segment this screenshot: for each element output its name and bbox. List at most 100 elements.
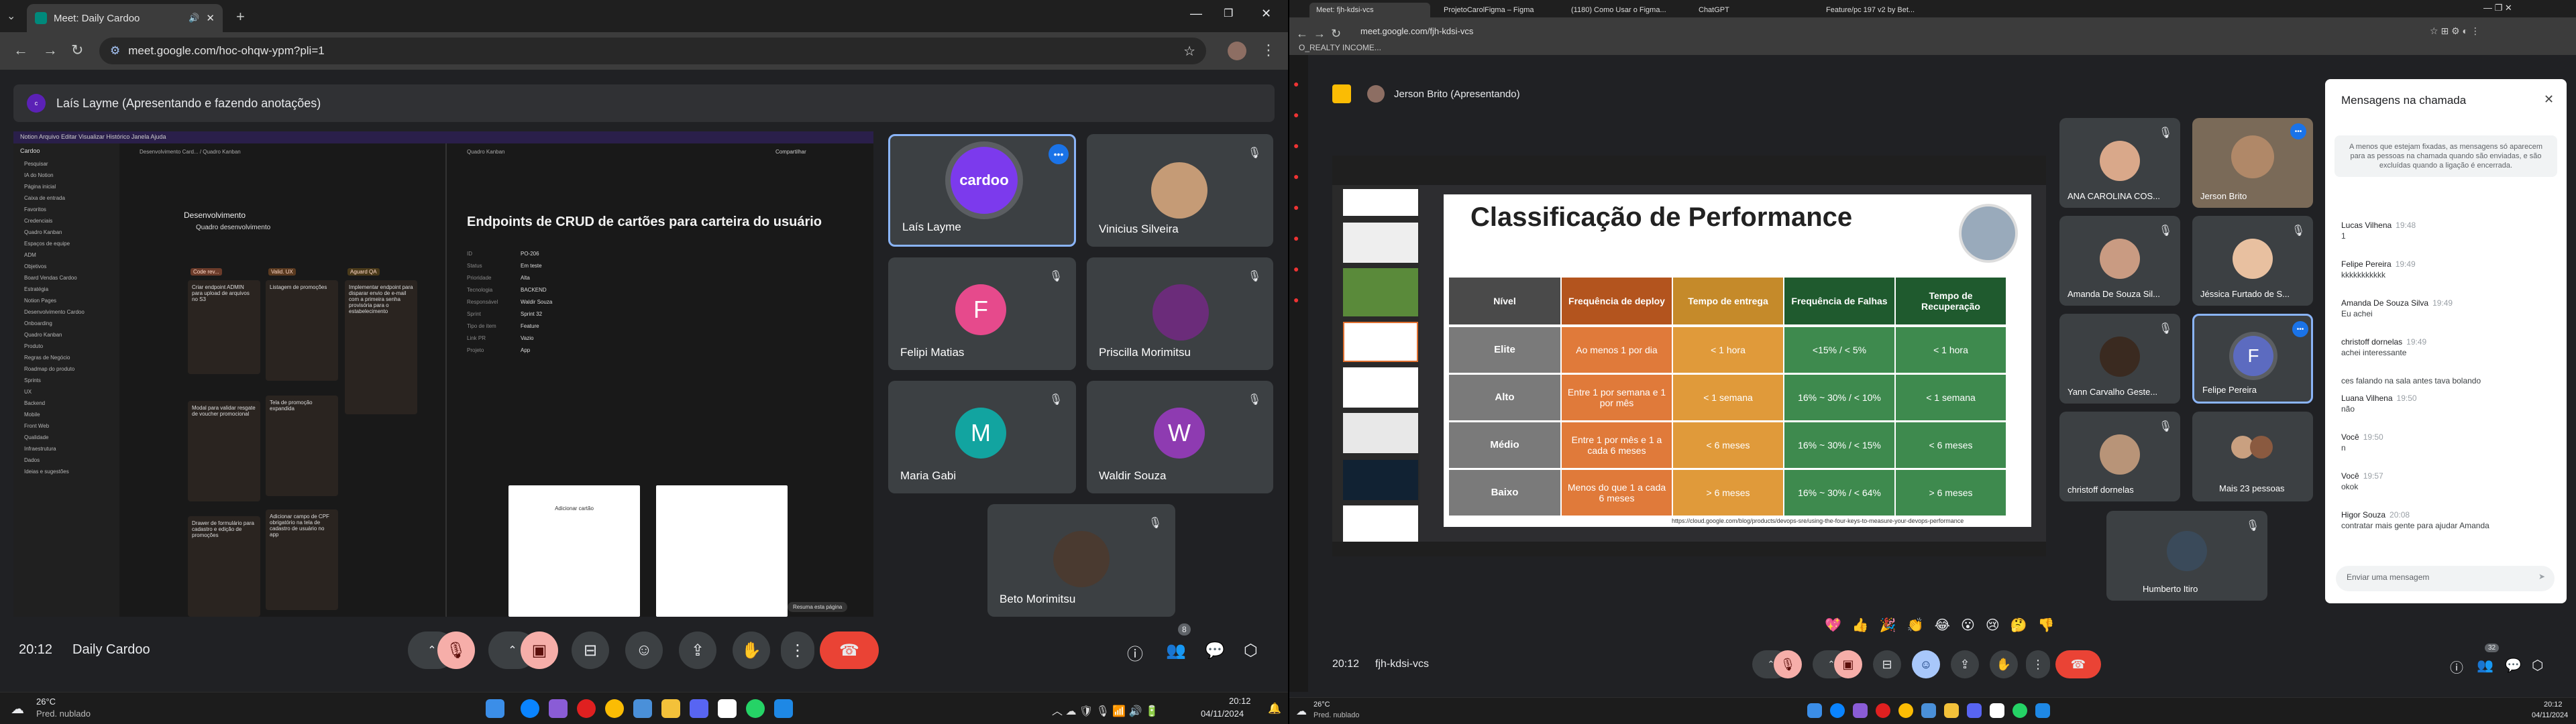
participant-tile[interactable]: F 🎙 Felipi Matias (888, 257, 1076, 370)
chat-icon[interactable]: 💬 (1205, 641, 1225, 660)
camera-toggle-button[interactable]: ▣ (521, 631, 558, 669)
sidebar-item[interactable]: Caixa de entrada (20, 192, 113, 204)
participant-tile[interactable]: ••• Jerson Brito (2192, 118, 2313, 208)
sidebar-item[interactable]: Favoritos (20, 204, 113, 215)
resume-button[interactable]: Resuma esta página (788, 602, 848, 612)
kanban-card[interactable]: Listagem de promoções (266, 280, 338, 381)
tab-list-icon[interactable]: ⌄ (7, 9, 15, 23)
discord-icon[interactable] (1967, 703, 1982, 718)
sidebar-item[interactable]: IA do Notion (20, 170, 113, 181)
new-tab-button[interactable]: + (236, 8, 245, 25)
more-options-button[interactable]: ⋮ (2026, 650, 2050, 678)
browser-tab[interactable]: (1180) Como Usar o Figma... (1564, 3, 1685, 17)
sidebar-item[interactable]: Infraestrutura (20, 443, 113, 455)
slide-thumbnail[interactable] (1343, 189, 1418, 216)
start-icon[interactable] (1807, 703, 1822, 718)
present-button[interactable]: ⇪ (1951, 650, 1979, 678)
forward-icon[interactable]: → (43, 42, 58, 59)
sidebar-item[interactable]: Desenvolvimento Cardoo (20, 306, 113, 318)
sidebar-item[interactable]: ADM (20, 249, 113, 261)
sidebar-item[interactable]: Pesquisar (20, 158, 113, 170)
mic-toggle-button[interactable]: 🎙 (1774, 650, 1802, 678)
property-value[interactable]: Sprint 32 (521, 308, 542, 320)
sidebar-item[interactable]: Onboarding (20, 318, 113, 329)
sidebar-item[interactable]: Dados (20, 455, 113, 466)
property-value[interactable]: Feature (521, 320, 539, 333)
sidebar-item[interactable]: Roadmap do produto (20, 363, 113, 375)
kanban-card[interactable]: Drawer de formulário para cadastro e edi… (188, 516, 260, 617)
sidebar-item[interactable]: Qualidade (20, 432, 113, 443)
sidebar-item[interactable]: Objetivos (20, 261, 113, 272)
captions-button[interactable]: ⊟ (1873, 650, 1901, 678)
sidebar-item[interactable]: Mobile (20, 409, 113, 420)
chat-input[interactable]: Enviar uma mensagem ➤ (2336, 566, 2555, 591)
minimize-button[interactable]: — (1190, 7, 1202, 21)
slide-thumbnail[interactable] (1343, 268, 1418, 316)
file-explorer-icon[interactable] (661, 699, 680, 718)
sidebar-item[interactable]: Credenciais (20, 215, 113, 227)
profile-avatar[interactable] (1228, 42, 1246, 60)
slide-thumbnail[interactable] (1343, 322, 1418, 362)
send-icon[interactable]: ➤ (2538, 572, 2545, 581)
chrome-icon[interactable] (605, 699, 624, 718)
notion-icon[interactable] (1990, 703, 2004, 718)
site-info-icon[interactable]: ⚙ (110, 44, 120, 58)
browser-tab[interactable]: Feature/pc 197 v2 by Bet... (1819, 3, 1940, 17)
browser-tab[interactable]: ProjetoCarolFigma – Figma (1437, 3, 1558, 17)
participant-tile[interactable]: 🎙 Beto Morimitsu (987, 504, 1175, 617)
raise-hand-button[interactable]: ✋ (733, 631, 770, 669)
reaction-emoji[interactable]: 😂 (1935, 617, 1950, 634)
leave-call-button[interactable]: ☎ (2055, 650, 2101, 678)
chrome-icon[interactable] (1898, 703, 1913, 718)
taskbar-app-icon[interactable] (2035, 703, 2050, 718)
people-icon[interactable]: 👥 (2477, 657, 2493, 674)
sidebar-item[interactable]: Regras de Negócio (20, 352, 113, 363)
sidebar-item[interactable]: Front Web (20, 420, 113, 432)
meeting-info-icon[interactable]: ⓘ (2450, 657, 2463, 676)
slide-thumbnail[interactable] (1343, 505, 1418, 546)
participant-tile[interactable]: cardoo ••• Laís Layme (888, 134, 1076, 247)
reload-icon[interactable]: ↻ (71, 42, 83, 59)
reaction-emoji[interactable]: 😢 (1986, 617, 2000, 634)
discord-icon[interactable] (690, 699, 708, 718)
property-value[interactable]: App (521, 345, 530, 357)
participant-tile[interactable]: 🎙 Amanda De Souza Sil... (2059, 216, 2180, 306)
reload-icon[interactable]: ↻ (1331, 27, 1341, 41)
participant-tile[interactable]: 🎙 Vinicius Silveira (1087, 134, 1273, 247)
kanban-card[interactable]: Criar endpoint ADMIN para upload de arqu… (188, 280, 260, 374)
taskbar-app-icon[interactable] (633, 699, 652, 718)
slide-thumbnail[interactable] (1343, 413, 1418, 453)
kanban-card[interactable]: Modal para validar resgate de voucher pr… (188, 401, 260, 501)
reaction-emoji[interactable]: 😮 (1961, 617, 1975, 634)
back-icon[interactable]: ← (13, 42, 28, 59)
taskbar-app-icon[interactable] (1853, 703, 1868, 718)
notion-icon[interactable] (718, 699, 737, 718)
sidebar-item[interactable]: Notion Pages (20, 295, 113, 306)
sidebar-item[interactable]: Página inicial (20, 181, 113, 192)
property-value[interactable]: Em teste (521, 260, 542, 272)
sidebar-item[interactable]: Estratégia (20, 284, 113, 295)
present-button[interactable]: ⇪ (679, 631, 716, 669)
tab-meet[interactable]: Meet: Daily Cardoo 🔊 ✕ (27, 4, 223, 32)
property-value[interactable]: PO-206 (521, 248, 539, 260)
forward-icon[interactable]: → (1313, 27, 1326, 41)
reaction-emoji[interactable]: 👍 (1852, 617, 1869, 634)
reactions-button[interactable]: ☺ (625, 631, 663, 669)
taskbar-app-icon[interactable] (1921, 703, 1936, 718)
slide-thumbnail[interactable] (1343, 460, 1418, 500)
taskbar-app-icon[interactable] (774, 699, 793, 718)
property-value[interactable]: Alta (521, 272, 530, 284)
taskbar-app-icon[interactable] (549, 699, 568, 718)
speaker-icon[interactable]: 🔊 (189, 13, 199, 23)
leave-call-button[interactable]: ☎ (820, 631, 879, 669)
participant-tile[interactable]: M 🎙 Maria Gabi (888, 381, 1076, 493)
tab-meet[interactable]: Meet: fjh-kdsi-vcs (1309, 3, 1430, 17)
property-value[interactable]: BACKEND (521, 284, 547, 296)
close-chat-icon[interactable]: ✕ (2544, 93, 2554, 107)
mic-toggle-button[interactable]: 🎙 (437, 631, 475, 669)
participant-tile[interactable]: 🎙 Humberto Itiro (2106, 511, 2267, 601)
meeting-info-icon[interactable]: ⓘ (1127, 641, 1143, 664)
reaction-emoji[interactable]: 💖 (1825, 617, 1841, 634)
sidebar-item[interactable]: Espaços de equipe (20, 238, 113, 249)
people-icon[interactable]: 👥 (1166, 641, 1186, 660)
